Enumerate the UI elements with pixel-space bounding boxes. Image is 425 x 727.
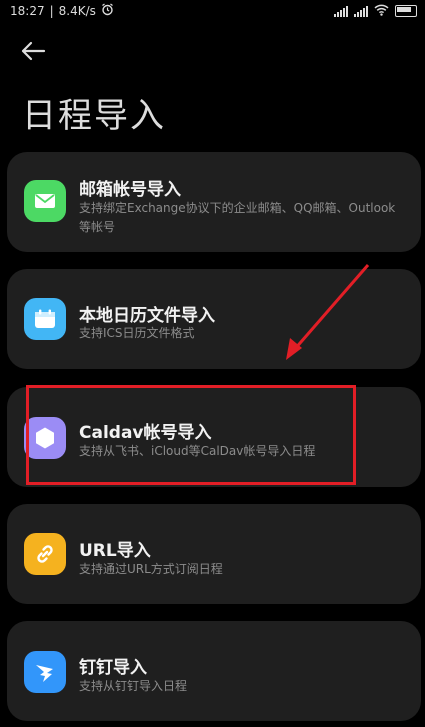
annotation-arrow (286, 264, 370, 360)
